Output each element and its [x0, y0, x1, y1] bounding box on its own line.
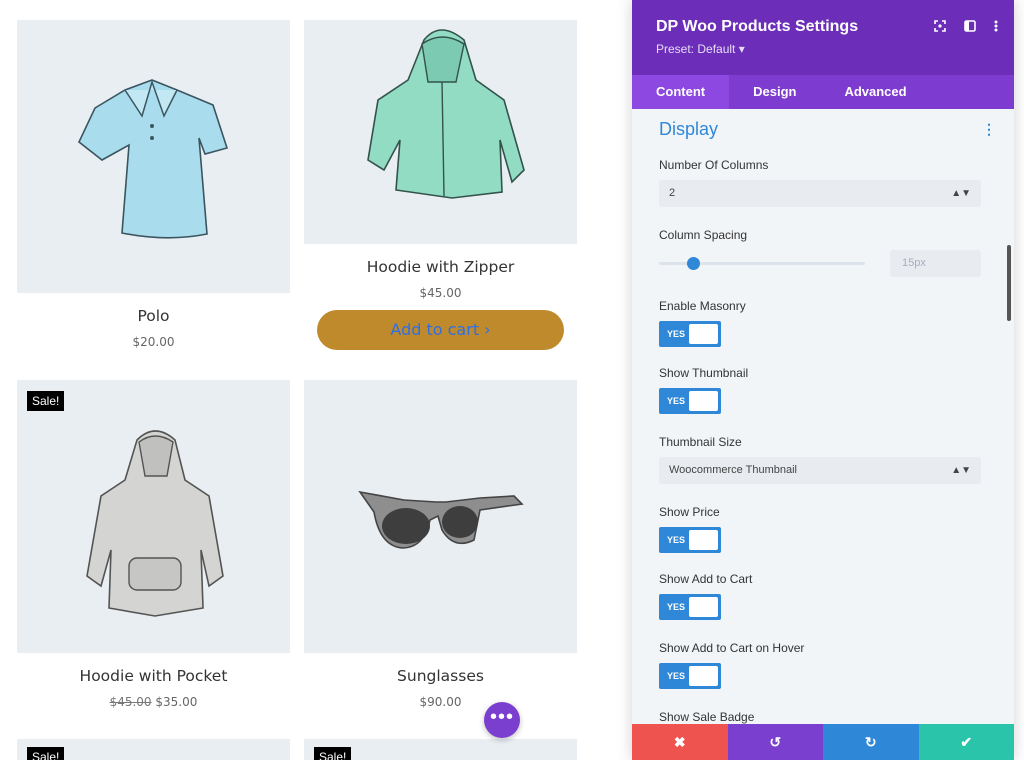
field-label: Thumbnail Size [659, 435, 742, 449]
field-show-thumbnail: Show Thumbnail YES [659, 366, 981, 414]
save-button[interactable]: ✔ [918, 724, 1014, 760]
sale-badge: Sale! [314, 747, 352, 760]
product-price: $45.00 [419, 286, 462, 300]
product-card[interactable]: Sale! [17, 739, 290, 760]
select-arrows-icon: ▲▼ [951, 188, 971, 199]
columns-select[interactable]: 2 ▲▼ [659, 180, 981, 207]
tab-content[interactable]: Content [632, 75, 730, 109]
field-show-add-to-cart: Show Add to Cart YES [659, 572, 981, 620]
field-column-spacing: Column Spacing 15px [659, 228, 981, 277]
product-card[interactable]: Polo $20.00 [17, 20, 290, 349]
product-price: $90.00 [419, 695, 462, 709]
fullscreen-icon[interactable] [934, 20, 946, 35]
tab-advanced[interactable]: Advanced [820, 75, 930, 109]
add-to-cart-toggle[interactable]: YES [659, 594, 721, 620]
field-label: Show Add to Cart on Hover [659, 641, 805, 655]
toggle-knob [689, 324, 718, 344]
tab-design[interactable]: Design [729, 75, 820, 109]
field-label: Show Thumbnail [659, 366, 749, 380]
thumbnail-toggle[interactable]: YES [659, 388, 721, 414]
product-card[interactable]: Sale! Hoodie with Pocket $45.00 $35.00 [17, 380, 290, 709]
toggle-knob [689, 597, 718, 617]
product-image[interactable] [304, 380, 577, 653]
redo-button[interactable]: ↻ [823, 724, 919, 760]
scrollbar[interactable] [1007, 245, 1011, 321]
thumbnail-size-select[interactable]: Woocommerce Thumbnail ▲▼ [659, 457, 981, 484]
product-card[interactable]: Hoodie with Zipper $45.00 Add to cart › [304, 20, 577, 350]
preset-selector[interactable]: Preset: Default ▾ [656, 42, 990, 56]
settings-panel: DP Woo Products Settings Preset: Default… [632, 0, 1014, 760]
field-label: Show Price [659, 505, 720, 519]
product-price: $20.00 [132, 335, 175, 349]
select-value: Woocommerce Thumbnail [669, 464, 797, 476]
section-title[interactable]: Display [659, 119, 718, 140]
panel-tabs: Content Design Advanced [632, 75, 1014, 109]
select-value: 2 [669, 187, 676, 199]
more-icon[interactable]: ••• [484, 702, 520, 738]
product-card[interactable]: Sale! [304, 739, 577, 760]
toggle-knob [689, 391, 718, 411]
header-icons [934, 20, 998, 35]
cancel-button[interactable]: ✖ [632, 724, 728, 760]
product-price: $45.00 $35.00 [17, 695, 290, 709]
product-image[interactable] [17, 20, 290, 293]
field-show-add-to-cart-hover: Show Add to Cart on Hover YES [659, 641, 981, 689]
product-card[interactable]: Sunglasses $90.00 [304, 380, 577, 709]
toggle-state: YES [667, 671, 686, 681]
add-to-cart-button[interactable]: Add to cart › [317, 310, 564, 350]
select-arrows-icon: ▲▼ [951, 465, 971, 476]
field-label: Show Add to Cart [659, 572, 753, 586]
panel-header: DP Woo Products Settings Preset: Default… [632, 0, 1014, 75]
product-name[interactable]: Polo [17, 307, 290, 325]
product-image[interactable]: Sale! [17, 739, 290, 760]
toggle-knob [689, 666, 718, 686]
field-label: Number Of Columns [659, 158, 769, 172]
masonry-toggle[interactable]: YES [659, 321, 721, 347]
field-show-price: Show Price YES [659, 505, 981, 553]
field-enable-masonry: Enable Masonry YES [659, 299, 981, 347]
field-label: Column Spacing [659, 228, 748, 242]
add-to-cart-hover-toggle[interactable]: YES [659, 663, 721, 689]
toggle-state: YES [667, 602, 686, 612]
sale-badge: Sale! [27, 391, 65, 411]
slider-handle[interactable] [687, 257, 700, 270]
spacing-input[interactable]: 15px [890, 250, 981, 277]
spacing-slider[interactable]: 15px [659, 250, 981, 277]
product-image[interactable]: Sale! [17, 380, 290, 653]
sale-badge: Sale! [27, 747, 65, 760]
kebab-menu-icon[interactable] [994, 20, 998, 35]
field-number-of-columns: Number Of Columns 2 ▲▼ [659, 158, 981, 207]
undo-button[interactable]: ↺ [727, 724, 823, 760]
product-image[interactable]: Sale! [304, 739, 577, 760]
product-name[interactable]: Hoodie with Pocket [17, 667, 290, 685]
panel-footer: ✖ ↺ ↻ ✔ [632, 724, 1014, 760]
toggle-state: YES [667, 396, 686, 406]
field-show-sale-badge: Show Sale Badge [659, 710, 981, 724]
product-grid: Polo $20.00 Hoodie with Zipper $45.00 Ad… [0, 0, 600, 760]
product-image[interactable] [304, 20, 577, 244]
product-name[interactable]: Sunglasses [304, 667, 577, 685]
split-view-icon[interactable] [964, 20, 976, 35]
product-name[interactable]: Hoodie with Zipper [304, 258, 577, 276]
toggle-state: YES [667, 329, 686, 339]
toggle-knob [689, 530, 718, 550]
field-label: Enable Masonry [659, 299, 746, 313]
panel-body: Display ⋮ Number Of Columns 2 ▲▼ Column … [632, 109, 1014, 724]
field-thumbnail-size: Thumbnail Size Woocommerce Thumbnail ▲▼ [659, 435, 981, 484]
price-toggle[interactable]: YES [659, 527, 721, 553]
toggle-state: YES [667, 535, 686, 545]
field-label: Show Sale Badge [659, 710, 755, 724]
section-menu-icon[interactable]: ⋮ [982, 121, 996, 138]
old-price: $45.00 [109, 695, 152, 709]
sale-price: $35.00 [155, 695, 198, 709]
